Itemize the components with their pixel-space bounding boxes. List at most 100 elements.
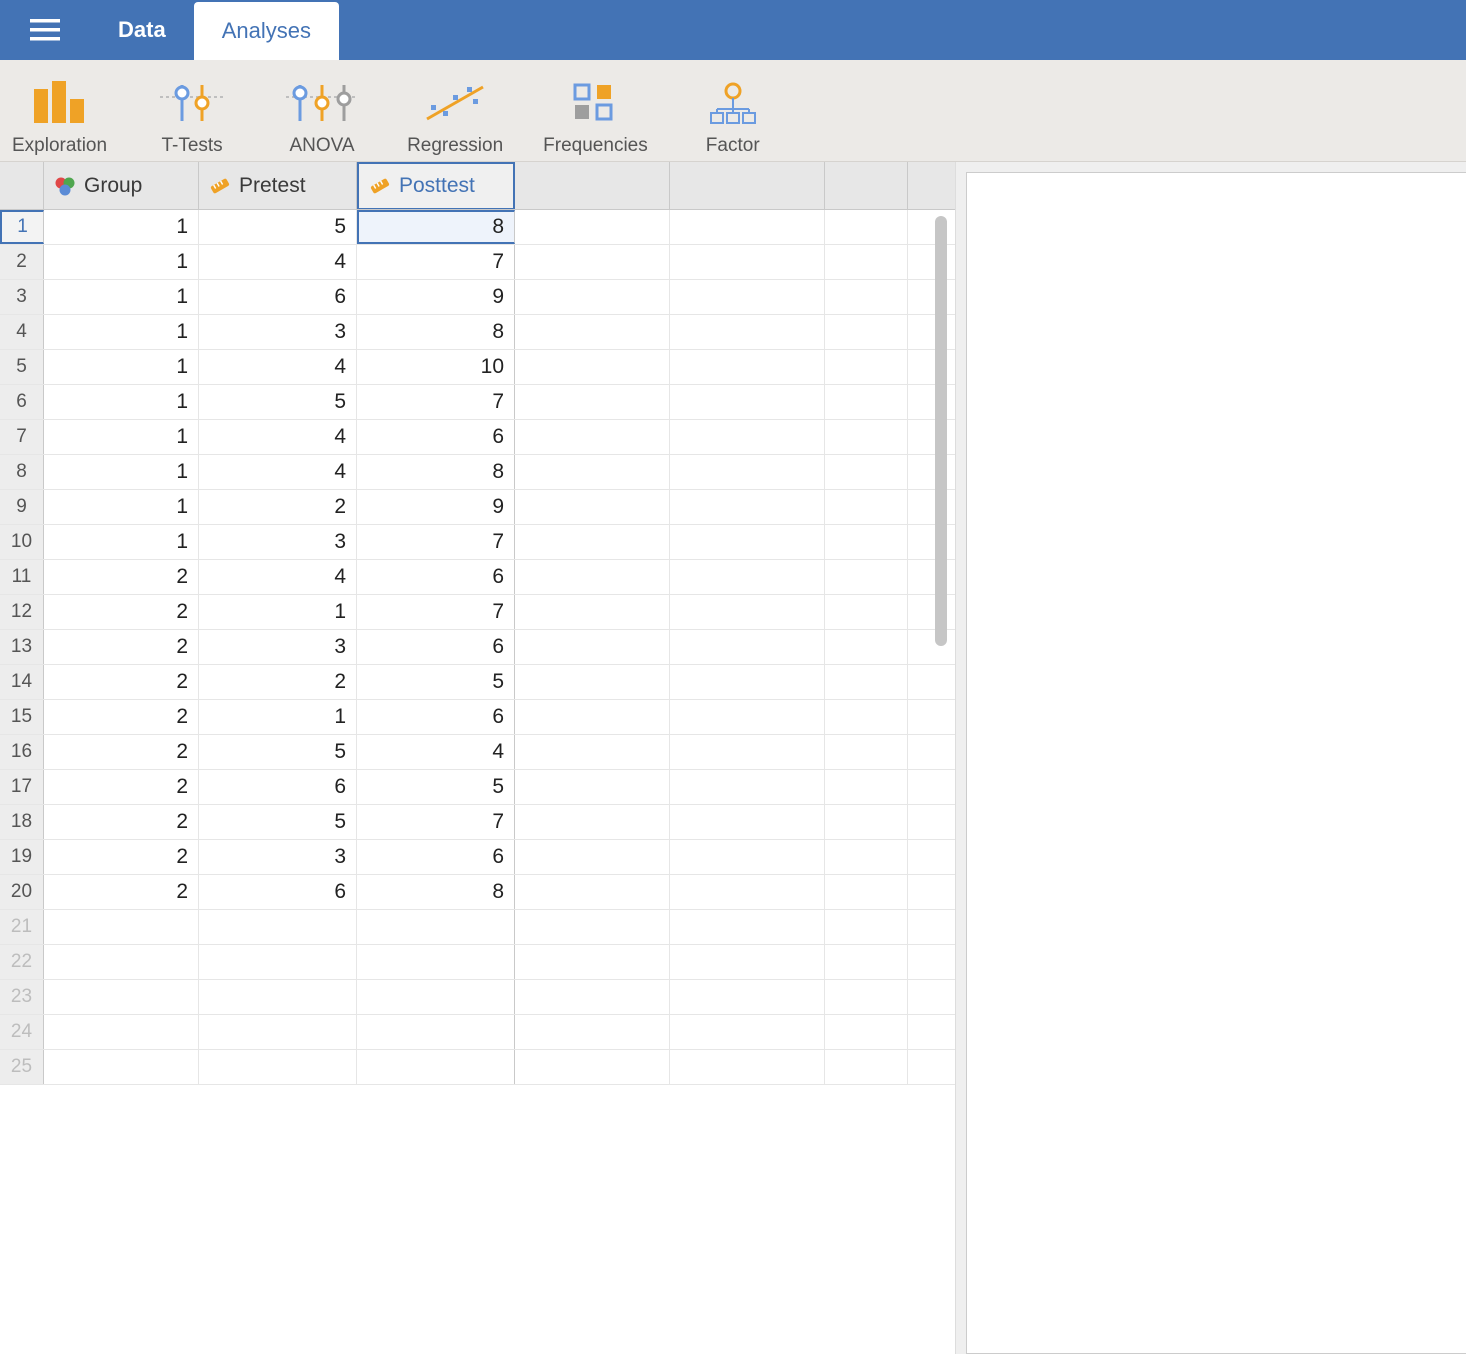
cell-blank[interactable] (825, 210, 908, 244)
cell-pretest[interactable]: 4 (199, 245, 357, 279)
row-header[interactable]: 9 (0, 490, 44, 524)
cell-blank[interactable] (670, 770, 825, 804)
ribbon-frequencies[interactable]: Frequencies (543, 68, 648, 157)
cell-blank[interactable] (670, 945, 825, 979)
cell-blank[interactable] (825, 945, 908, 979)
ribbon-exploration[interactable]: Exploration (12, 68, 107, 157)
cell-posttest[interactable]: 6 (357, 420, 515, 454)
cell-blank[interactable] (670, 1050, 825, 1084)
cell-blank[interactable] (825, 490, 908, 524)
cell-posttest[interactable]: 6 (357, 700, 515, 734)
results-document[interactable] (966, 172, 1466, 1354)
cell-blank[interactable] (670, 805, 825, 839)
row-header[interactable]: 24 (0, 1015, 44, 1049)
cell-blank[interactable] (515, 385, 670, 419)
row-header[interactable]: 14 (0, 665, 44, 699)
cell-posttest[interactable]: 7 (357, 805, 515, 839)
row-header[interactable]: 16 (0, 735, 44, 769)
cell-blank[interactable] (825, 980, 908, 1014)
cell-blank[interactable] (515, 665, 670, 699)
cell-posttest[interactable]: 6 (357, 560, 515, 594)
cell-blank[interactable] (515, 945, 670, 979)
cell-blank[interactable] (825, 735, 908, 769)
cell-blank[interactable] (825, 770, 908, 804)
row-header[interactable]: 7 (0, 420, 44, 454)
cell-blank[interactable] (199, 1015, 357, 1049)
column-header-posttest[interactable]: Posttest (357, 162, 515, 209)
cell-posttest[interactable]: 5 (357, 665, 515, 699)
cell-blank[interactable] (825, 665, 908, 699)
cell-blank[interactable] (825, 245, 908, 279)
cell-blank[interactable] (670, 455, 825, 489)
cell-blank[interactable] (825, 840, 908, 874)
row-header[interactable]: 13 (0, 630, 44, 664)
cell-blank[interactable] (515, 210, 670, 244)
cell-blank[interactable] (670, 630, 825, 664)
cell-group[interactable]: 2 (44, 700, 199, 734)
cell-posttest[interactable]: 9 (357, 490, 515, 524)
cell-blank[interactable] (670, 700, 825, 734)
cell-posttest[interactable]: 6 (357, 840, 515, 874)
cell-blank[interactable] (825, 525, 908, 559)
cell-posttest[interactable]: 7 (357, 525, 515, 559)
row-header[interactable]: 6 (0, 385, 44, 419)
row-header[interactable]: 19 (0, 840, 44, 874)
cell-blank[interactable] (357, 910, 515, 944)
cell-blank[interactable] (825, 1015, 908, 1049)
cell-posttest[interactable]: 5 (357, 770, 515, 804)
cell-blank[interactable] (825, 350, 908, 384)
cell-group[interactable]: 2 (44, 630, 199, 664)
cell-pretest[interactable]: 4 (199, 350, 357, 384)
tab-data[interactable]: Data (90, 0, 194, 60)
cell-blank[interactable] (670, 210, 825, 244)
cell-blank[interactable] (515, 525, 670, 559)
row-header[interactable]: 8 (0, 455, 44, 489)
cell-pretest[interactable]: 2 (199, 665, 357, 699)
cell-blank[interactable] (515, 770, 670, 804)
cell-blank[interactable] (825, 280, 908, 314)
cell-posttest[interactable]: 8 (357, 210, 515, 244)
cell-pretest[interactable]: 1 (199, 700, 357, 734)
row-header[interactable]: 4 (0, 315, 44, 349)
cell-posttest[interactable]: 10 (357, 350, 515, 384)
cell-group[interactable]: 1 (44, 490, 199, 524)
row-header[interactable]: 10 (0, 525, 44, 559)
cell-blank[interactable] (670, 560, 825, 594)
row-header[interactable]: 1 (0, 210, 44, 244)
ribbon-anova[interactable]: ANOVA (277, 68, 367, 157)
row-header[interactable]: 12 (0, 595, 44, 629)
row-header[interactable]: 2 (0, 245, 44, 279)
cell-blank[interactable] (825, 910, 908, 944)
cell-pretest[interactable]: 5 (199, 735, 357, 769)
tab-analyses[interactable]: Analyses (194, 2, 339, 60)
cell-posttest[interactable]: 6 (357, 630, 515, 664)
cell-blank[interactable] (515, 1050, 670, 1084)
cell-pretest[interactable]: 3 (199, 630, 357, 664)
row-header[interactable]: 5 (0, 350, 44, 384)
cell-posttest[interactable]: 9 (357, 280, 515, 314)
cell-blank[interactable] (515, 735, 670, 769)
cell-group[interactable]: 2 (44, 735, 199, 769)
cell-group[interactable]: 2 (44, 840, 199, 874)
row-header[interactable]: 25 (0, 1050, 44, 1084)
cell-blank[interactable] (825, 875, 908, 909)
cell-blank[interactable] (825, 315, 908, 349)
cell-group[interactable]: 2 (44, 770, 199, 804)
column-header-group[interactable]: Group (44, 162, 199, 209)
scroll-thumb[interactable] (935, 216, 947, 646)
row-header[interactable]: 3 (0, 280, 44, 314)
cell-group[interactable]: 2 (44, 805, 199, 839)
cell-pretest[interactable]: 2 (199, 490, 357, 524)
cell-posttest[interactable]: 8 (357, 315, 515, 349)
cell-blank[interactable] (670, 245, 825, 279)
cell-blank[interactable] (199, 1050, 357, 1084)
cell-blank[interactable] (825, 455, 908, 489)
cell-pretest[interactable]: 4 (199, 560, 357, 594)
column-header-blank[interactable] (825, 162, 908, 209)
cell-group[interactable]: 1 (44, 280, 199, 314)
cell-blank[interactable] (515, 805, 670, 839)
cell-blank[interactable] (515, 350, 670, 384)
cell-posttest[interactable]: 4 (357, 735, 515, 769)
cell-blank[interactable] (357, 1050, 515, 1084)
cell-blank[interactable] (44, 910, 199, 944)
